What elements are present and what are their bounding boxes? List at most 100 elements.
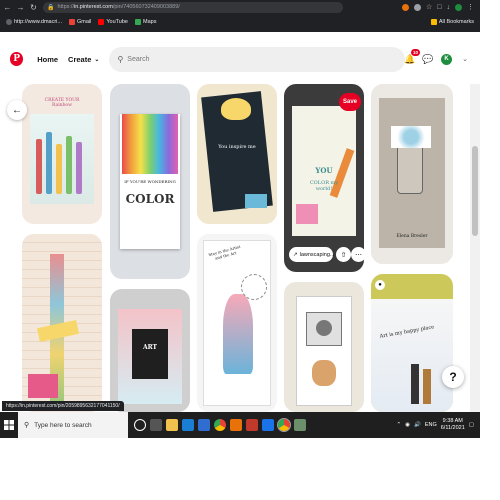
chevron-down-icon: ⌄: [94, 56, 100, 63]
profile-icon[interactable]: [455, 3, 462, 11]
cortana-icon[interactable]: [134, 419, 146, 431]
flowers-shape: [391, 126, 431, 148]
search-input[interactable]: ⚲ Search: [109, 46, 405, 72]
pin-card[interactable]: ART: [110, 289, 190, 412]
windows-taskbar: ⚲ Type here to search ⌃ ◉ 🔊 ENG 9:38 AM …: [0, 412, 480, 438]
task-view-icon[interactable]: [150, 419, 162, 431]
address-bar[interactable]: 🔒 https:// in.pinterest.com /pin/7405607…: [43, 1, 343, 13]
brush-shape: [423, 369, 431, 404]
extension-icons: ☆ □ ↓ ⋮: [401, 3, 480, 11]
address-row: ← → ↻ 🔒 https:// in.pinterest.com /pin/7…: [0, 0, 480, 14]
brush-shape: [66, 136, 72, 194]
chevron-down-icon[interactable]: ⌄: [460, 54, 470, 64]
reload-icon[interactable]: ↻: [28, 2, 39, 13]
pin-card[interactable]: Stay in the Artist and the Art: [197, 234, 277, 412]
messages-icon[interactable]: 💬: [422, 54, 433, 64]
chevron-up-icon[interactable]: ⌃: [397, 422, 402, 428]
brush-shape: [411, 364, 419, 404]
create-menu[interactable]: Create ⌄: [64, 50, 103, 69]
card-text: COLOR: [125, 192, 175, 206]
back-arrow-button[interactable]: ←: [7, 100, 27, 120]
all-bookmarks-label: All Bookmarks: [438, 19, 474, 25]
pin-card[interactable]: IF YOU'RE WONDERING COLOR: [110, 84, 190, 279]
taskbar-search-input[interactable]: ⚲ Type here to search: [18, 412, 128, 438]
app-icon[interactable]: [262, 419, 274, 431]
extension-icon[interactable]: [401, 3, 409, 11]
scroll-thumb[interactable]: [472, 146, 478, 236]
app-icon[interactable]: [294, 419, 306, 431]
store-icon[interactable]: [198, 419, 210, 431]
pin-card[interactable]: Art is my happy place ●: [371, 274, 453, 412]
bookmark-youtube[interactable]: YouTube: [98, 19, 128, 25]
avatar[interactable]: K: [441, 53, 452, 65]
forward-arrow-icon[interactable]: →: [15, 2, 26, 13]
language-indicator[interactable]: ENG: [425, 422, 437, 428]
bookmark-maps[interactable]: Maps: [135, 19, 156, 25]
network-icon[interactable]: ◉: [405, 422, 410, 428]
maps-icon: [135, 19, 141, 25]
card-text: You inspire me: [218, 144, 256, 150]
lock-icon: 🔒: [47, 4, 55, 11]
chrome-icon[interactable]: [214, 419, 226, 431]
home-link[interactable]: Home: [31, 50, 64, 69]
chalkboard-shape: [132, 329, 168, 379]
windows-start-icon[interactable]: [0, 412, 18, 438]
pin-card[interactable]: YOU COLOR my world!: [284, 84, 364, 272]
download-icon[interactable]: ↓: [447, 4, 451, 11]
brush-shape: [56, 144, 62, 194]
card-text: YOU: [315, 166, 333, 175]
all-bookmarks[interactable]: All Bookmarks: [430, 19, 474, 25]
heart-shape: [28, 374, 58, 398]
browser-chrome: ← → ↻ 🔒 https:// in.pinterest.com /pin/7…: [0, 0, 480, 32]
taskbar-search-placeholder: Type here to search: [34, 421, 92, 429]
share-icon[interactable]: ⇧: [336, 247, 351, 262]
back-arrow-icon[interactable]: ←: [2, 2, 13, 13]
pin-link-chip[interactable]: ↗ lawnscaping...: [289, 247, 334, 262]
menu-icon[interactable]: ⋮: [467, 3, 474, 11]
jar-shape: [397, 144, 423, 194]
star-icon[interactable]: ☆: [426, 3, 432, 11]
notifications-bell-icon[interactable]: 🔔 10: [404, 49, 420, 64]
paint-shape: [245, 194, 267, 208]
pin-type-icon[interactable]: ●: [375, 280, 385, 290]
bookmark-item[interactable]: http://www.dmacri...: [6, 19, 62, 25]
card-text: CREATE YOUR Rainbow: [44, 98, 80, 108]
blank-area: [0, 438, 500, 500]
url-host: in.pinterest.com: [74, 4, 113, 10]
search-icon: ⚲: [117, 54, 124, 64]
search-icon: ⚲: [24, 422, 30, 429]
pin-card[interactable]: [284, 282, 364, 412]
card-text: Elena Bresler: [396, 234, 428, 239]
arrow-icon: ↗: [293, 251, 298, 258]
girl-figure: [223, 294, 253, 374]
card-text: IF YOU'RE WONDERING: [124, 179, 176, 184]
scrollbar[interactable]: [470, 84, 480, 412]
app-icon[interactable]: [230, 419, 242, 431]
pinterest-header: P Home Create ⌄ ⚲ Search 🔔 10 💬 K ⌄: [0, 34, 480, 84]
bookmarks-bar: http://www.dmacri... Gmail YouTube Maps …: [0, 15, 480, 29]
pin-card[interactable]: You inspire me: [197, 84, 277, 224]
extension-icon[interactable]: [413, 3, 421, 11]
chrome-active-icon[interactable]: [277, 418, 291, 432]
notification-center-icon[interactable]: ▢: [469, 422, 474, 428]
edge-icon[interactable]: [182, 419, 194, 431]
pin-card[interactable]: Elena Bresler: [371, 84, 453, 264]
notification-badge: 10: [410, 49, 420, 56]
pin-card[interactable]: [22, 234, 102, 412]
pinterest-logo-icon[interactable]: P: [10, 52, 24, 66]
more-icon[interactable]: ⋯: [351, 247, 366, 262]
card-text: COLOR my world!: [309, 180, 339, 192]
bookmark-label: YouTube: [106, 19, 128, 25]
volume-icon[interactable]: 🔊: [414, 422, 421, 428]
help-button[interactable]: ?: [442, 366, 464, 388]
puzzle-icon[interactable]: □: [437, 4, 441, 11]
app-icon[interactable]: [246, 419, 258, 431]
clock[interactable]: 9:38 AM 6/11/2021: [441, 418, 465, 432]
file-explorer-icon[interactable]: [166, 419, 178, 431]
rainbow-drip: [122, 114, 178, 174]
gmail-icon: [69, 19, 75, 25]
pin-card[interactable]: CREATE YOUR Rainbow: [22, 84, 102, 224]
youtube-icon: [98, 19, 105, 25]
save-button[interactable]: Save: [339, 93, 361, 111]
bookmark-gmail[interactable]: Gmail: [69, 19, 91, 25]
